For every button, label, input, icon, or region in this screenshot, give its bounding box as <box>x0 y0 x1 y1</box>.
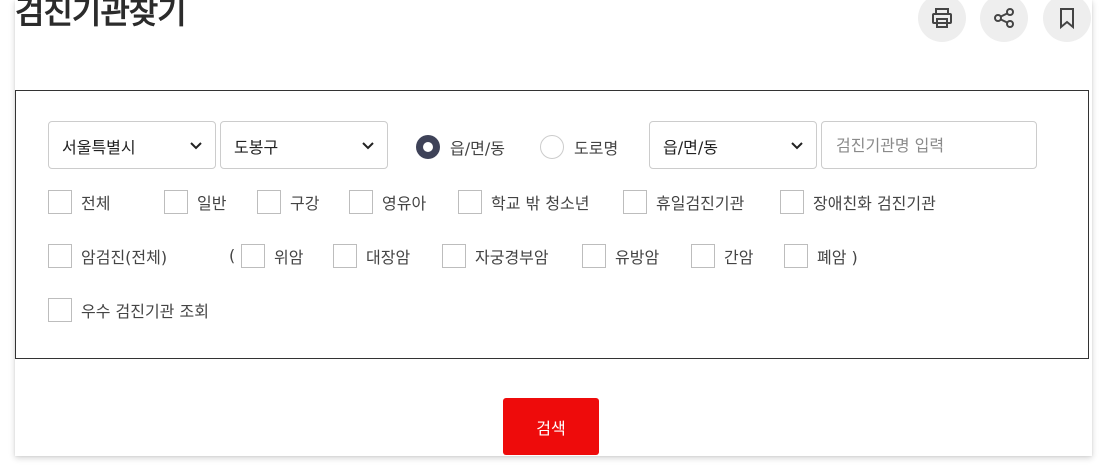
checkbox-label: 폐암 ) <box>817 248 858 267</box>
checkbox-general[interactable]: 일반 <box>164 190 226 214</box>
checkbox-label: 일반 <box>197 194 227 213</box>
checkbox-label: 휴일검진기관 <box>656 194 745 213</box>
checkbox-label: 간암 <box>724 248 754 267</box>
radio-road-name[interactable]: 도로명 <box>540 135 618 159</box>
checkbox-holiday-institution[interactable]: 휴일검진기관 <box>623 190 744 214</box>
chevron-down-icon <box>190 142 202 150</box>
checkbox-label: 우수 검진기관 조회 <box>81 302 209 321</box>
chevron-down-icon <box>362 142 374 150</box>
checkbox-label: 위암 <box>274 248 304 267</box>
checkbox-label: 전체 <box>81 194 111 213</box>
checkbox-colorectal-cancer[interactable]: 대장암 <box>333 244 410 268</box>
checkbox-box <box>582 244 606 268</box>
radio-unselected-indicator <box>540 135 564 159</box>
checkbox-box <box>691 244 715 268</box>
checkbox-cancer-all[interactable]: 암검진(전체) <box>48 244 167 268</box>
checkbox-label: 장애친화 검진기관 <box>813 194 936 213</box>
region-select[interactable]: 서울특별시 <box>48 121 216 169</box>
checkbox-out-of-school-youth[interactable]: 학교 밖 청소년 <box>458 190 590 214</box>
checkbox-box <box>48 190 72 214</box>
checkbox-box <box>257 190 281 214</box>
checkbox-label: 학교 밖 청소년 <box>491 194 590 213</box>
checkbox-lung-cancer[interactable]: 폐암 ) <box>784 244 858 268</box>
checkbox-liver-cancer[interactable]: 간암 <box>691 244 753 268</box>
district-select-value: 도봉구 <box>234 138 279 157</box>
chevron-down-icon <box>791 142 803 150</box>
page-title: 검진기관찾기 <box>15 0 187 31</box>
search-button[interactable]: 검색 <box>503 398 599 455</box>
checkbox-box <box>333 244 357 268</box>
radio-dong[interactable]: 읍/면/동 <box>416 135 505 159</box>
checkbox-box <box>458 190 482 214</box>
institution-name-input[interactable] <box>821 121 1037 169</box>
checkbox-box <box>48 244 72 268</box>
open-parenthesis: ( <box>229 246 236 265</box>
checkbox-cervical-cancer[interactable]: 자궁경부암 <box>442 244 549 268</box>
checkbox-all[interactable]: 전체 <box>48 190 110 214</box>
checkbox-box <box>164 190 188 214</box>
checkbox-label: 암검진(전체) <box>81 248 168 267</box>
checkbox-box <box>442 244 466 268</box>
checkbox-stomach-cancer[interactable]: 위암 <box>241 244 303 268</box>
checkbox-box <box>48 298 72 322</box>
radio-selected-indicator <box>416 135 440 159</box>
checkbox-label: 영유아 <box>382 194 427 213</box>
region-select-value: 서울특별시 <box>62 138 136 157</box>
checkbox-box <box>780 190 804 214</box>
share-icon <box>994 8 1014 28</box>
checkbox-label: 자궁경부암 <box>475 248 549 267</box>
bookmark-icon <box>1060 8 1074 30</box>
checkbox-label: 구강 <box>290 194 320 213</box>
checkbox-breast-cancer[interactable]: 유방암 <box>582 244 659 268</box>
checkbox-oral[interactable]: 구강 <box>257 190 319 214</box>
checkbox-excellent-institution[interactable]: 우수 검진기관 조회 <box>48 298 209 322</box>
radio-road-name-label: 도로명 <box>574 139 619 158</box>
checkbox-box <box>241 244 265 268</box>
checkbox-box <box>623 190 647 214</box>
checkbox-infant[interactable]: 영유아 <box>349 190 426 214</box>
print-icon <box>932 8 952 28</box>
checkbox-label: 유방암 <box>615 248 660 267</box>
dong-select[interactable]: 읍/면/동 <box>649 121 817 169</box>
checkbox-label: 대장암 <box>366 248 411 267</box>
dong-select-value: 읍/면/동 <box>663 138 718 157</box>
checkbox-box <box>784 244 808 268</box>
radio-dong-label: 읍/면/동 <box>450 139 505 158</box>
checkbox-disability-friendly[interactable]: 장애친화 검진기관 <box>780 190 936 214</box>
checkbox-box <box>349 190 373 214</box>
district-select[interactable]: 도봉구 <box>220 121 388 169</box>
